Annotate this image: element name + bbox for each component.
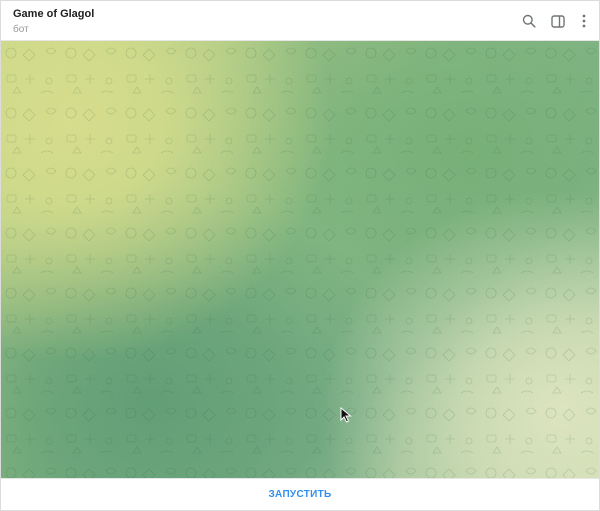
search-icon — [522, 14, 536, 28]
telegram-chat-window: Game of Glagol бот ЗАПУСТИТЬ — [0, 0, 600, 511]
search-button[interactable] — [519, 11, 539, 31]
more-vertical-icon — [582, 14, 586, 28]
more-options-button[interactable] — [574, 11, 594, 31]
chat-subtitle: бот — [13, 24, 29, 35]
start-bot-button[interactable]: ЗАПУСТИТЬ — [258, 485, 341, 504]
chat-messages-area[interactable] — [1, 41, 599, 478]
sidebar-toggle-button[interactable] — [548, 11, 568, 31]
sidebar-toggle-icon — [551, 14, 565, 28]
bottom-bar: ЗАПУСТИТЬ — [1, 478, 599, 510]
chat-background-pattern — [1, 41, 599, 478]
chat-title[interactable]: Game of Glagol — [13, 8, 94, 20]
mouse-cursor-icon — [340, 407, 352, 423]
chat-header: Game of Glagol бот — [1, 1, 599, 41]
